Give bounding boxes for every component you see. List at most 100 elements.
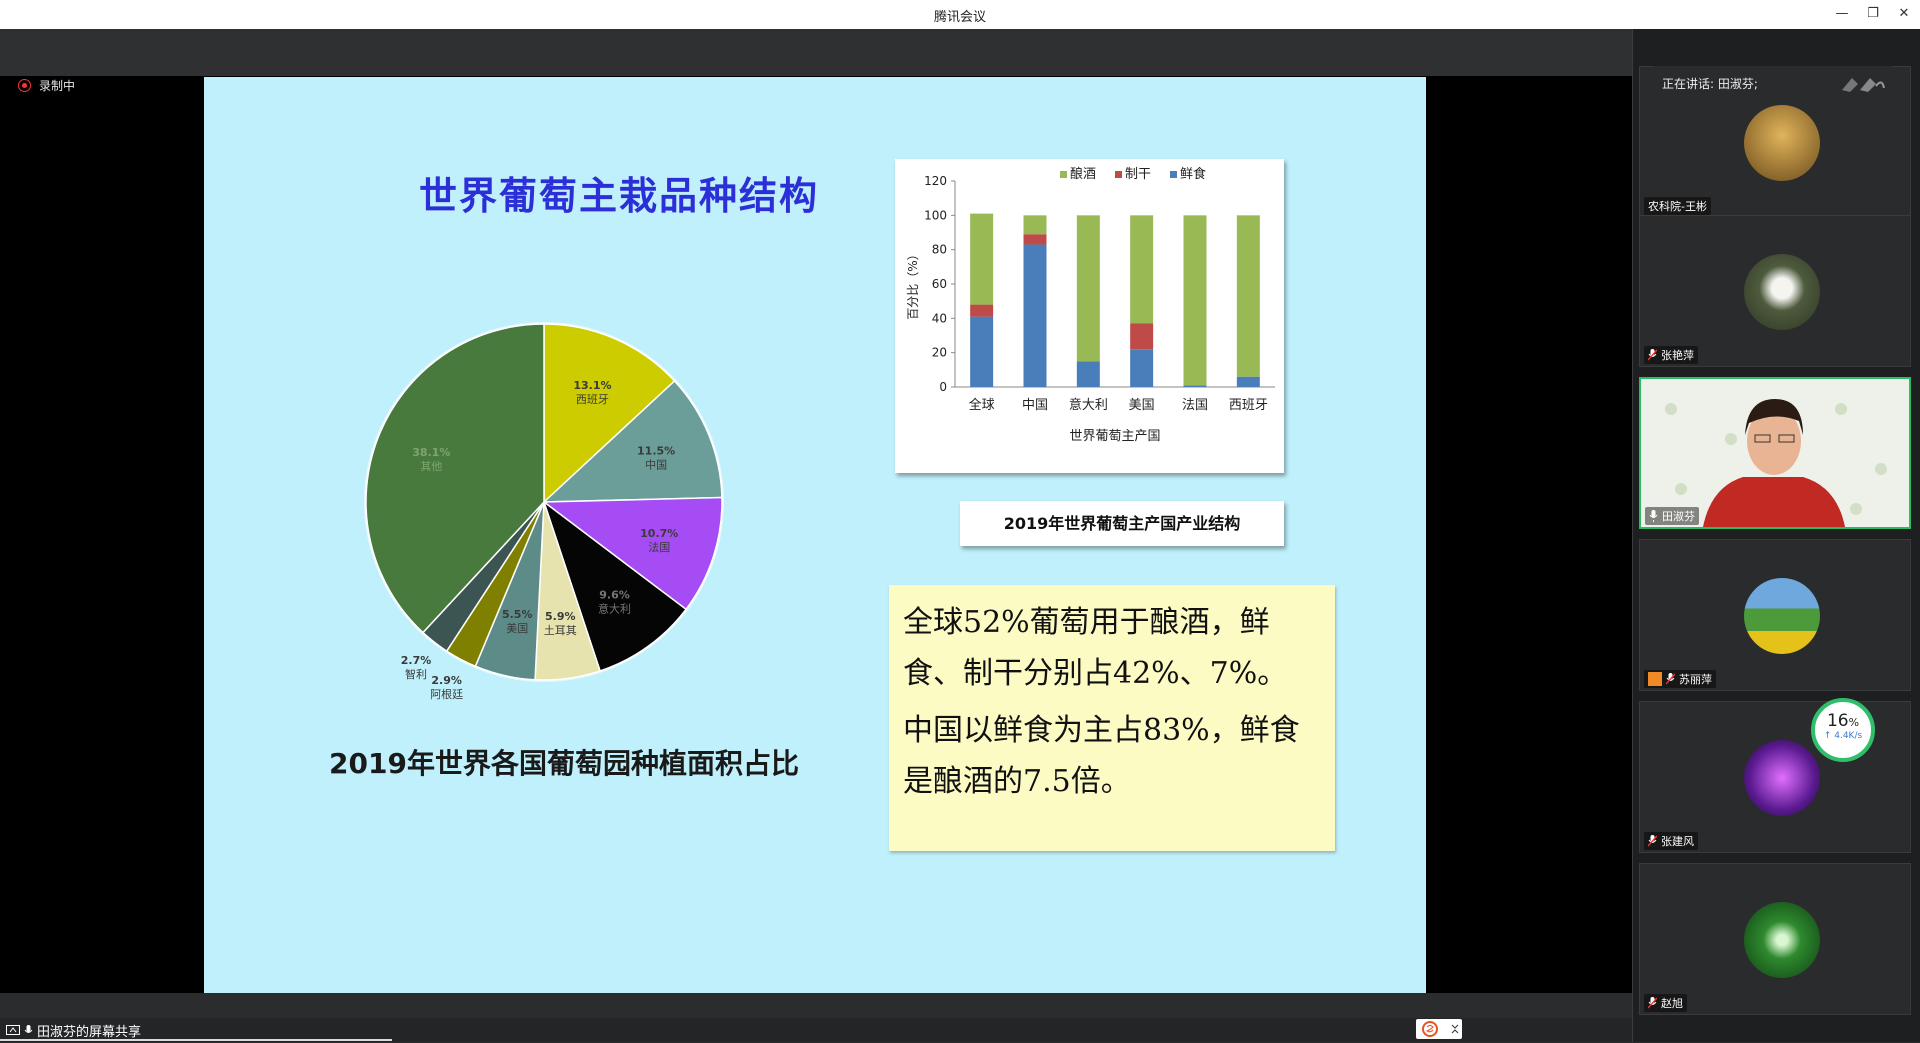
y-tick-label: 20 [932, 346, 947, 360]
mic-muted-icon[interactable] [1648, 835, 1657, 847]
upload-speed: ↑ 4.4K/s [1823, 731, 1863, 741]
bar-segment [970, 213, 994, 305]
legend-swatch [1115, 171, 1122, 178]
pie-category-label: 西班牙 [576, 393, 609, 406]
bar-segment [1130, 323, 1154, 350]
pie-percent-label: 5.9% [545, 610, 576, 623]
legend-label: 鲜食 [1180, 166, 1206, 182]
participant-name-label: 赵旭 [1644, 994, 1687, 1012]
pie-percent-label: 2.9% [431, 674, 462, 687]
bar-segment [1023, 244, 1047, 387]
pie-category-label: 土耳其 [544, 624, 577, 637]
hands-icon[interactable] [1838, 74, 1886, 94]
record-icon [18, 78, 31, 92]
screen-share-indicator[interactable]: 田淑芬的屏幕共享 [6, 1021, 141, 1040]
recording-indicator: 录制中 [18, 78, 76, 93]
stage-toolbar-strip [0, 29, 1632, 76]
pie-percent-label: 9.6% [599, 588, 630, 601]
participant-name: 张艳萍 [1661, 349, 1694, 362]
pie-percent-label: 38.1% [412, 446, 450, 459]
user-icon [1648, 672, 1662, 686]
mic-icon[interactable] [1649, 510, 1658, 522]
bar-segment [1130, 349, 1154, 387]
pie-category-label: 智利 [405, 667, 427, 681]
title-bar: 腾讯会议 — ❐ ✕ [0, 0, 1920, 30]
bar-segment [1130, 215, 1154, 324]
pie-category-label: 法国 [648, 540, 670, 554]
bar-segment [1236, 376, 1260, 387]
pie-percent-label: 2.7% [401, 654, 432, 667]
x-tick-label: 中国 [1022, 398, 1048, 413]
mic-muted-icon[interactable] [1648, 349, 1657, 361]
legend-label: 酿酒 [1070, 166, 1096, 182]
participant-tile[interactable]: 张艳萍 [1639, 215, 1911, 367]
pie-chart-caption: 2019年世界各国葡萄园种植面积占比 [329, 747, 799, 780]
bar-chart: 0 20 40 60 80 100 120 全球 中国 意大利 美国 法国 西班牙世界葡萄主产国 百分比（… [895, 159, 1284, 473]
x-tick-label: 美国 [1129, 398, 1155, 413]
pie-percent-label: 10.7% [640, 527, 678, 540]
mic-muted-icon[interactable] [1666, 673, 1675, 685]
bar-segment [1183, 385, 1207, 387]
x-tick-label: 意大利 [1069, 397, 1108, 413]
summary-note: 全球52%葡萄用于酿酒，鲜食、制干分别占42%、7%。 中国以鲜食为主占83%，… [889, 585, 1335, 851]
minimize-button[interactable]: — [1831, 4, 1853, 24]
y-tick-label: 40 [932, 311, 947, 325]
x-tick-label: 法国 [1182, 398, 1208, 413]
recording-label: 录制中 [39, 78, 76, 93]
x-tick-label: 西班牙 [1229, 398, 1268, 413]
restore-button[interactable]: ❐ [1862, 4, 1884, 24]
presentation-slide: 世界葡萄主栽品种结构 13.1% 西班牙 11.5% 中国 10.7% 法国 9.6% 意大利… [204, 77, 1426, 993]
bar-segment [1183, 215, 1207, 386]
bar-segment [970, 304, 994, 317]
note-line: 中国以鲜食为主占83%，鲜食是酿酒的7.5倍。 [903, 713, 1300, 799]
x-axis-label: 世界葡萄主产国 [1069, 429, 1160, 444]
y-tick-label: 80 [932, 243, 947, 257]
participant-name: 赵旭 [1661, 997, 1683, 1010]
legend-swatch [1060, 171, 1067, 178]
y-tick-label: 60 [932, 277, 947, 291]
avatar [1744, 902, 1820, 978]
participant-name: 张建风 [1661, 835, 1694, 848]
bar-segment [1023, 215, 1047, 235]
participant-name: 苏丽萍 [1679, 673, 1712, 686]
pie-category-label: 美国 [506, 622, 528, 635]
avatar [1744, 105, 1820, 181]
window-title: 腾讯会议 [933, 10, 986, 25]
mic-icon [24, 1024, 33, 1033]
speaking-label: 正在讲话: 田淑芬; [1662, 77, 1758, 91]
pie-category-label: 中国 [645, 458, 667, 471]
participant-tile-active-speaker[interactable]: 田淑芬 [1639, 377, 1911, 529]
pie-percent-label: 11.5% [637, 444, 675, 457]
share-progress-line [0, 1039, 392, 1041]
participant-name-label: 张建风 [1644, 832, 1698, 850]
bar-segment [1076, 215, 1100, 362]
avatar [1744, 740, 1820, 816]
ime-s-icon [1422, 1021, 1459, 1037]
y-tick-label: 0 [939, 380, 947, 394]
slide-title: 世界葡萄主栽品种结构 [418, 174, 819, 218]
input-method-toolbar[interactable] [1416, 1019, 1462, 1039]
close-button[interactable]: ✕ [1893, 4, 1915, 24]
screen-share-icon [6, 1024, 20, 1035]
mic-muted-icon[interactable] [1648, 997, 1657, 1009]
legend-swatch [1170, 171, 1177, 178]
pie-percent-label: 5.5% [502, 608, 533, 621]
participant-tile[interactable]: 赵旭 [1639, 863, 1911, 1015]
participant-name-label: 农科院-王彬 [1644, 197, 1711, 215]
participant-tile[interactable]: 苏丽萍 [1639, 539, 1911, 691]
pie-category-label: 意大利 [598, 601, 631, 615]
network-percent: 16% [1826, 711, 1860, 731]
legend-label: 制干 [1125, 167, 1151, 182]
pie-category-label: 其他 [420, 460, 442, 473]
x-tick-label: 全球 [969, 397, 995, 413]
network-status-widget[interactable]: 16% ↑ 4.4K/s [1811, 698, 1875, 762]
bar-segment [1023, 234, 1047, 245]
screen-share-label: 田淑芬的屏幕共享 [37, 1025, 142, 1040]
y-axis-label: 百分比（%） [906, 248, 920, 319]
avatar [1744, 254, 1820, 330]
y-tick-label: 120 [924, 174, 947, 188]
video-feed [1641, 379, 1909, 527]
participant-name-label: 田淑芬 [1645, 507, 1699, 525]
bar-chart-caption: 2019年世界葡萄主产国产业结构 [960, 501, 1284, 546]
y-tick-label: 100 [924, 208, 947, 222]
